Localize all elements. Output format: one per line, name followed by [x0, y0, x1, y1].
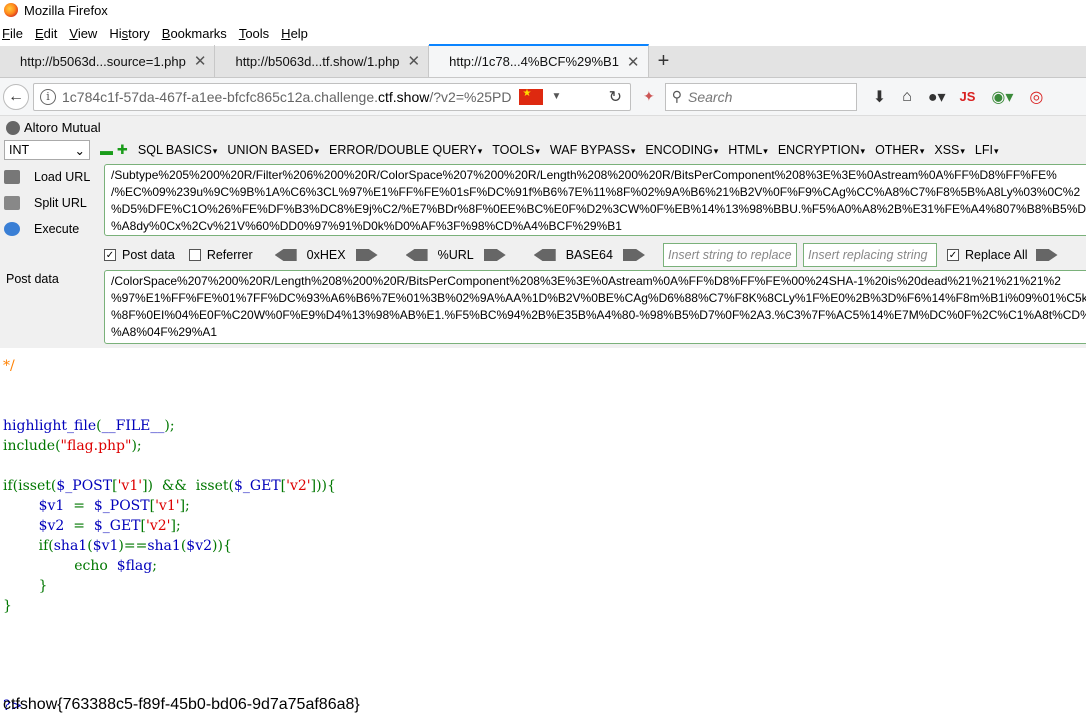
gear-icon: [6, 120, 20, 135]
hackbar-options: ✓ Post data Referrer 0xHEX %URL BASE64 I…: [104, 242, 1058, 268]
tab-source[interactable]: http://b5063d...source=1.php ✕: [0, 45, 216, 77]
replace-string-input[interactable]: Insert string to replace: [662, 243, 797, 267]
decode-arrow-icon[interactable]: [274, 249, 297, 261]
url-path: /?v2=%25PD: [429, 88, 512, 105]
tab-strip: http://b5063d...source=1.php ✕ http://b5…: [0, 44, 1086, 78]
menu-file[interactable]: File: [2, 26, 23, 41]
tab-1php[interactable]: http://b5063d...tf.show/1.php ✕: [215, 45, 430, 77]
menu-bar: File Edit View History Bookmarks Tools H…: [0, 22, 1086, 44]
back-arrow-icon[interactable]: ←: [3, 83, 29, 110]
url-domain: ctf.show: [378, 88, 430, 105]
globe-icon[interactable]: ●▾: [928, 87, 946, 107]
info-icon[interactable]: i: [40, 88, 56, 105]
minus-icon[interactable]: ▬: [100, 143, 113, 158]
menu-encryption[interactable]: ENCRYPTION: [778, 143, 865, 157]
plus-icon[interactable]: ✚: [117, 142, 128, 158]
menu-lfi[interactable]: LFI: [975, 143, 999, 157]
download-icon[interactable]: ⬇: [873, 87, 886, 107]
execute-button[interactable]: Execute: [4, 216, 90, 242]
menu-xss[interactable]: XSS: [934, 143, 965, 157]
nav-bar: ← i 1c784c1f-57da-467f-a1ee-bfcfc865c12a…: [0, 78, 1086, 116]
checkbox-checked[interactable]: ✓: [946, 249, 959, 261]
base64-codec: BASE64: [533, 248, 645, 262]
url-host: 1c784c1f-57da-467f-a1ee-bfcfc865c12a.cha…: [62, 88, 379, 105]
new-tab-icon[interactable]: +: [649, 45, 679, 77]
menu-history[interactable]: History: [109, 26, 149, 41]
code-comment: */: [3, 358, 15, 374]
menu-bookmarks[interactable]: Bookmarks: [162, 26, 227, 41]
play-icon: [4, 222, 20, 236]
search-placeholder: Search: [688, 88, 733, 105]
reload-icon[interactable]: ↻: [609, 87, 622, 107]
php-source: */ highlight_file(__FILE__); include("fl…: [3, 358, 336, 714]
replace-go-arrow-icon[interactable]: [1035, 249, 1058, 261]
checkbox-checked[interactable]: ✓: [104, 249, 116, 261]
type-select[interactable]: INT ⌄: [4, 140, 90, 160]
menu-waf-bypass[interactable]: WAF BYPASS: [550, 143, 635, 157]
encode-arrow-icon[interactable]: [355, 249, 378, 261]
url-bar[interactable]: i 1c784c1f-57da-467f-a1ee-bfcfc865c12a.c…: [33, 82, 631, 111]
replace-all-checkbox[interactable]: ✓ Replace All: [946, 248, 1028, 262]
chevron-down-icon: ⌄: [74, 143, 85, 158]
post-data-label: Post data: [6, 272, 59, 286]
post-data-textarea[interactable]: /ColorSpace%207%200%20R/Length%208%200%2…: [104, 270, 1086, 344]
menu-edit[interactable]: Edit: [35, 26, 57, 41]
hackbar-panel: Altoro Mutual INT ⌄ ▬ ✚ SQL BASICS UNION…: [0, 116, 1086, 348]
menu-union-based[interactable]: UNION BASED: [227, 143, 319, 157]
close-icon[interactable]: ✕: [408, 52, 421, 70]
close-icon[interactable]: ✕: [627, 53, 640, 71]
hex-codec: 0xHEX: [274, 248, 378, 262]
referrer-checkbox[interactable]: Referrer: [188, 248, 253, 262]
search-icon: ⚲: [671, 88, 682, 104]
home-icon[interactable]: ⌂: [902, 88, 912, 106]
menu-tools[interactable]: Tools: [239, 26, 269, 41]
scissors-icon: [4, 196, 20, 210]
menu-view[interactable]: View: [69, 26, 97, 41]
split-url-button[interactable]: Split URL: [4, 190, 90, 216]
hackbar-url-textarea[interactable]: /Subtype%205%200%20R/Filter%206%200%20R/…: [104, 164, 1086, 236]
load-url-button[interactable]: Load URL: [4, 164, 90, 190]
firefox-logo-icon: [4, 3, 18, 17]
chevron-down-icon[interactable]: ▼: [551, 91, 561, 102]
tab-label: http://b5063d...source=1.php: [20, 53, 186, 69]
tab-current[interactable]: http://1c78...4%BCF%29%B1 ✕: [429, 44, 649, 77]
menu-error-double-query[interactable]: ERROR/DOUBLE QUERY: [329, 143, 482, 157]
addon-icon[interactable]: ◎: [1029, 87, 1043, 107]
menu-tools-hackbar[interactable]: TOOLS: [492, 143, 540, 157]
menu-encoding[interactable]: ENCODING: [645, 143, 718, 157]
js-toggle-icon[interactable]: JS: [960, 89, 976, 104]
menu-help[interactable]: Help: [281, 26, 308, 41]
tab-label: http://b5063d...tf.show/1.php: [235, 53, 400, 69]
tab-label: http://1c78...4%BCF%29%B1: [449, 54, 619, 69]
translate-icon[interactable]: ◉▾: [991, 87, 1013, 107]
flag-output: ctfshow{763388c5-f89f-45b0-bd06-9d7a75af…: [3, 696, 360, 713]
china-flag-icon: [519, 88, 544, 105]
decode-arrow-icon[interactable]: [405, 249, 428, 261]
window-titlebar: Mozilla Firefox: [0, 0, 1086, 20]
encode-arrow-icon[interactable]: [483, 249, 506, 261]
encode-arrow-icon[interactable]: [622, 249, 645, 261]
page-content: */ highlight_file(__FILE__); include("fl…: [0, 348, 1086, 728]
search-box[interactable]: ⚲ Search: [664, 82, 857, 111]
menu-html[interactable]: HTML: [728, 143, 768, 157]
menu-sql-basics[interactable]: SQL BASICS: [138, 143, 217, 157]
url-codec: %URL: [405, 248, 506, 262]
post-data-checkbox[interactable]: ✓ Post data: [104, 248, 175, 262]
close-icon[interactable]: ✕: [194, 52, 207, 70]
replacing-string-input[interactable]: Insert replacing string: [802, 243, 937, 267]
window-title: Mozilla Firefox: [24, 2, 108, 18]
decode-arrow-icon[interactable]: [533, 249, 556, 261]
load-url-icon: [4, 170, 20, 184]
hackbar-toolbar: INT ⌄ ▬ ✚ SQL BASICS UNION BASED ERROR/D…: [0, 140, 999, 160]
menu-other[interactable]: OTHER: [875, 143, 924, 157]
checkbox-unchecked[interactable]: [188, 249, 201, 261]
hackbar-actions: Load URL Split URL Execute: [4, 164, 90, 242]
extension-icon[interactable]: ✦: [643, 88, 655, 105]
bookmark-altoro[interactable]: Altoro Mutual: [6, 120, 101, 135]
